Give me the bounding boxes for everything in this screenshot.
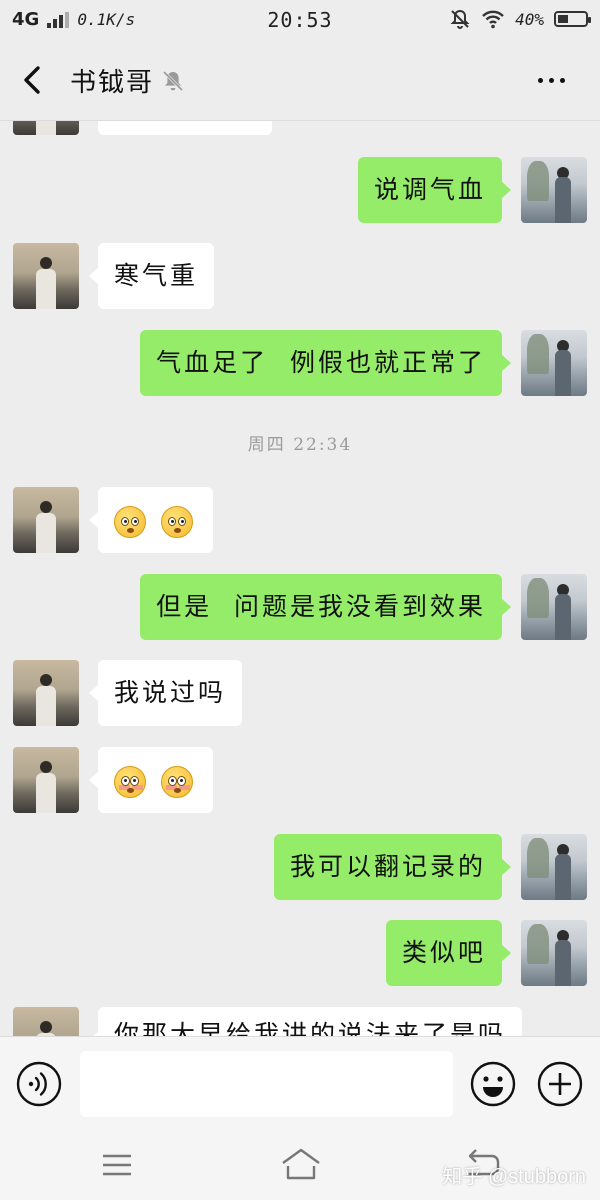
flushed-face-icon xyxy=(160,765,193,798)
message-bubble[interactable] xyxy=(98,121,272,135)
battery-icon xyxy=(554,11,591,27)
message-bubble[interactable]: 你那大早给我讲的说法来了是吗 xyxy=(88,1007,523,1036)
message-bubble[interactable]: 寒气重 xyxy=(88,243,215,309)
more-options-button[interactable] xyxy=(538,70,572,90)
emoji-button[interactable] xyxy=(470,1061,516,1107)
home-icon[interactable] xyxy=(280,1146,322,1182)
contact-avatar[interactable] xyxy=(13,1007,79,1036)
message-bubble[interactable]: 气血足了 例假也就正常了 xyxy=(140,330,511,396)
message-bubble[interactable]: 说调气血 xyxy=(357,157,512,223)
my-avatar[interactable] xyxy=(521,330,587,396)
dot xyxy=(549,77,554,83)
voice-input-button[interactable] xyxy=(16,1061,62,1107)
message-bubble[interactable]: 类似吧 xyxy=(385,920,512,986)
my-avatar[interactable] xyxy=(521,834,587,900)
chat-title[interactable]: 书钺哥 xyxy=(70,62,154,99)
battery-percent: 40% xyxy=(515,9,544,29)
contact-avatar[interactable] xyxy=(13,243,79,309)
dot xyxy=(538,77,543,83)
battery-fill xyxy=(558,15,569,23)
chat-header: 书钺哥 xyxy=(0,40,600,121)
message-input[interactable] xyxy=(80,1051,453,1117)
contact-avatar[interactable] xyxy=(13,121,79,135)
my-avatar[interactable] xyxy=(521,157,587,223)
message-timestamp: 周四 22:34 xyxy=(247,435,353,455)
menu-icon[interactable] xyxy=(100,1150,134,1180)
system-nav-bar: 知乎 @stubborn xyxy=(0,1130,600,1200)
status-bar: 4G 0.1K/s 20:53 40% xyxy=(0,0,600,40)
flushed-face-icon xyxy=(114,765,146,798)
pleading-face-icon xyxy=(160,505,193,538)
watermark: 知乎 @stubborn xyxy=(442,1166,586,1188)
bell-off-icon xyxy=(162,70,184,92)
more-functions-button[interactable] xyxy=(537,1061,583,1107)
message-bubble[interactable]: 我可以翻记录的 xyxy=(273,834,512,900)
input-bar xyxy=(0,1036,600,1131)
back-button[interactable] xyxy=(14,58,54,102)
my-avatar[interactable] xyxy=(521,574,587,640)
wifi-icon xyxy=(482,10,504,29)
message-bubble[interactable] xyxy=(89,747,213,813)
message-list[interactable]: 说调气血 寒气重 气血足了 例假也就正常了 周四 22:34 但是 问题是我没看… xyxy=(0,121,600,1036)
my-avatar[interactable] xyxy=(521,920,587,986)
message-bubble[interactable]: 但是 问题是我没看到效果 xyxy=(140,574,511,640)
contact-avatar[interactable] xyxy=(13,487,79,553)
notification-off-icon xyxy=(450,9,470,29)
message-bubble[interactable] xyxy=(89,487,213,553)
contact-avatar[interactable] xyxy=(13,660,79,726)
contact-avatar[interactable] xyxy=(13,747,79,813)
status-right: 40% xyxy=(449,8,591,30)
dot xyxy=(560,77,565,83)
message-bubble[interactable]: 我说过吗 xyxy=(88,660,243,726)
pleading-face-icon xyxy=(114,505,146,538)
